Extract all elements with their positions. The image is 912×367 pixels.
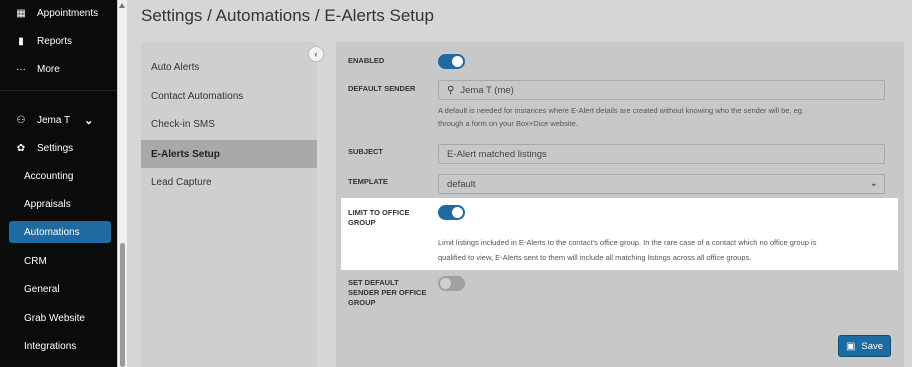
user-menu[interactable]: ⚇ Jema T ⌄ [0, 109, 117, 131]
sidebar-divider [0, 90, 117, 91]
default-sender-label: DEFAULT SENDER [348, 84, 416, 93]
sidebar-item-label: Appointments [37, 7, 99, 19]
template-select[interactable]: default ⌄ [438, 174, 885, 194]
subnav-item-check-in-sms[interactable]: Check-in SMS [141, 110, 317, 138]
user-icon: ⚇ [16, 114, 26, 126]
scroll-up-arrow-icon[interactable] [119, 3, 125, 8]
limit-office-group-label-line1: LIMIT TO OFFICE [348, 208, 410, 217]
sender-per-office-label-line1: SET DEFAULT [348, 278, 399, 287]
template-value: default [447, 178, 476, 190]
sidebar-item-crm[interactable]: CRM [9, 250, 111, 272]
sidebar-item-grab-website[interactable]: Grab Website [9, 307, 111, 329]
sidebar-item-label: Settings [37, 142, 74, 154]
subject-value: E-Alert matched listings [447, 148, 547, 160]
main-sidebar: ▦ Appointments ▮ Reports ··· More ⚇ Jema… [0, 0, 117, 367]
chevron-down-icon[interactable]: ⌄ [84, 114, 93, 127]
default-sender-input[interactable]: ⚲ Jema T (me) [438, 80, 885, 100]
more-dots-icon: ··· [16, 63, 26, 75]
enabled-label: ENABLED [348, 56, 385, 65]
limit-office-group-label-line2: GROUP [348, 218, 376, 227]
default-sender-help-line2: through a form on your Box+Dice website. [438, 119, 578, 128]
sidebar-item-label: More [37, 63, 60, 75]
toggle-knob [440, 278, 451, 289]
limit-office-group-help-line2: qualified to view, E-Alerts sent to them… [438, 253, 752, 262]
limit-office-group-toggle[interactable] [438, 205, 465, 220]
sidebar-item-automations[interactable]: Automations [9, 221, 111, 243]
subnav-item-auto-alerts[interactable]: Auto Alerts [141, 53, 317, 81]
subnav-item-contact-automations[interactable]: Contact Automations [141, 82, 317, 110]
template-label: TEMPLATE [348, 177, 388, 186]
sidebar-item-appraisals[interactable]: Appraisals [9, 193, 111, 215]
bar-chart-icon: ▮ [18, 35, 24, 47]
save-button[interactable]: ▣ Save [838, 335, 891, 357]
toggle-knob [452, 56, 463, 67]
sidebar-item-general[interactable]: General [9, 278, 111, 300]
calendar-icon: ▦ [16, 7, 26, 19]
chevron-down-icon: ⌄ [869, 178, 878, 189]
subject-label: SUBJECT [348, 147, 384, 156]
sidebar-item-integrations[interactable]: Integrations [9, 335, 111, 357]
sidebar-scrollbar-thumb[interactable] [120, 243, 125, 367]
user-name: Jema T [37, 114, 71, 126]
main-content: Settings / Automations / E-Alerts Setup … [128, 0, 912, 367]
sender-per-office-label-line2: SENDER PER OFFICE [348, 288, 427, 297]
sidebar-item-accounting[interactable]: Accounting [9, 165, 111, 187]
subnav-item-e-alerts-setup[interactable]: E-Alerts Setup [141, 140, 317, 168]
search-icon: ⚲ [447, 84, 455, 96]
default-sender-value: Jema T (me) [460, 84, 514, 96]
sidebar-item-more[interactable]: ··· More [0, 58, 117, 80]
gear-icon: ✿ [16, 142, 26, 154]
page-title: Settings / Automations / E-Alerts Setup [141, 6, 434, 25]
default-sender-help-line1: A default is needed for instances where … [438, 106, 805, 115]
limit-office-group-help-line1: Limit listings included in E-Alerts to t… [438, 238, 817, 247]
sidebar-item-settings[interactable]: ✿ Settings [0, 137, 117, 159]
enabled-toggle[interactable] [438, 54, 465, 69]
collapse-subnav-button[interactable]: ‹ [308, 46, 324, 62]
sidebar-item-label: Reports [37, 35, 73, 47]
sidebar-item-reports[interactable]: ▮ Reports [0, 30, 117, 52]
settings-subnav: Auto Alerts Contact Automations Check-in… [141, 42, 317, 367]
subject-input[interactable]: E-Alert matched listings [438, 144, 885, 164]
save-button-label: Save [861, 340, 884, 352]
sender-per-office-label-line3: GROUP [348, 298, 376, 307]
toggle-knob [452, 207, 463, 218]
save-disk-icon: ▣ [845, 340, 856, 352]
sidebar-item-appointments[interactable]: ▦ Appointments [0, 2, 117, 24]
subnav-item-lead-capture[interactable]: Lead Capture [141, 168, 317, 196]
sender-per-office-toggle[interactable] [438, 276, 465, 291]
